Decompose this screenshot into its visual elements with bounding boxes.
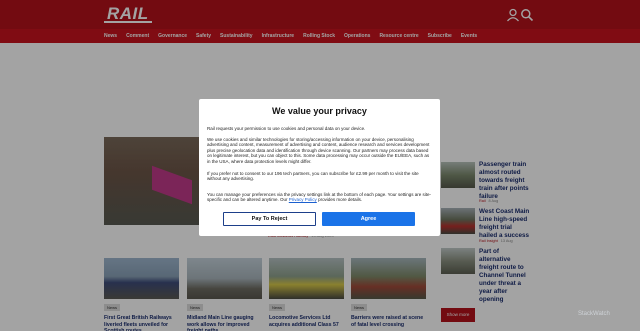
consent-title: We value your privacy xyxy=(272,106,367,116)
consent-preferences-text-b: provides more details. xyxy=(316,197,363,203)
privacy-policy-link[interactable]: Privacy Policy xyxy=(289,197,317,202)
agree-button[interactable]: Agree xyxy=(322,212,415,226)
consent-intro: Rail requests your permission to use coo… xyxy=(207,126,366,131)
consent-dialog: We value your privacy Rail requests your… xyxy=(199,99,440,236)
consent-description: We use cookies and similar technologies … xyxy=(207,137,430,164)
watermark-text: StackWatch xyxy=(578,311,610,317)
consent-subscribe-note: If you prefer not to consent to our 196 … xyxy=(207,171,419,182)
pay-to-reject-button[interactable]: Pay To Reject xyxy=(223,212,316,226)
consent-preferences-note: You can manage your preferences via the … xyxy=(207,192,433,203)
